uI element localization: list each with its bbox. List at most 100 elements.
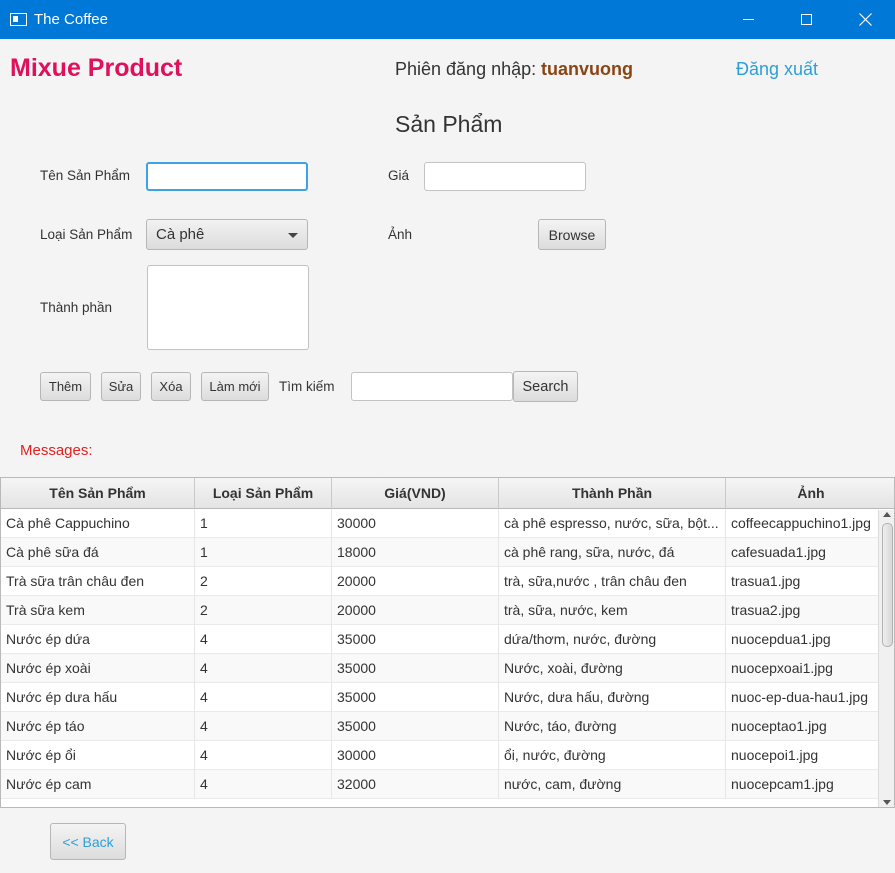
vertical-scrollbar[interactable] <box>878 510 894 807</box>
cell-ingredients: trà, sữa, nước, kem <box>499 596 726 625</box>
cell-category: 4 <box>195 625 332 654</box>
table-row[interactable]: Nước ép ổi 4 30000 ổi, nước, đường nuocepoi1… <box>1 741 879 770</box>
messages-label: Messages: <box>20 442 93 459</box>
price-label: Giá <box>388 168 410 183</box>
scrollbar-thumb[interactable] <box>882 523 893 647</box>
column-header-price[interactable]: Giá(VND) <box>332 478 499 509</box>
search-input[interactable] <box>351 372 513 401</box>
column-header-category[interactable]: Loại Sản Phẩm <box>195 478 332 509</box>
maximize-icon <box>800 14 812 25</box>
page-title: Sản Phẩm <box>395 111 503 137</box>
cell-price: 32000 <box>332 770 499 799</box>
cell-name: Nước ép cam <box>1 770 195 799</box>
cell-price: 35000 <box>332 625 499 654</box>
search-label: Tìm kiếm <box>279 379 335 394</box>
ingredients-textarea[interactable] <box>147 265 309 350</box>
table-row[interactable]: Trà sữa kem 2 20000 trà, sữa, nước, kem tras… <box>1 596 879 625</box>
table-row[interactable]: Nước ép cam 4 32000 nước, cam, đường nuocepc… <box>1 770 879 799</box>
cell-category: 2 <box>195 567 332 596</box>
add-button[interactable]: Thêm <box>40 372 91 401</box>
cell-ingredients: Nước, xoài, đường <box>499 654 726 683</box>
cell-name: Nước ép dưa hấu <box>1 683 195 712</box>
back-button[interactable]: << Back <box>50 823 126 860</box>
table-row[interactable]: Nước ép dưa hấu 4 35000 Nước, dưa hấu, đườn… <box>1 683 879 712</box>
minimize-button[interactable] <box>719 0 777 39</box>
products-table[interactable]: Tên Sản Phẩm Loại Sản Phẩm Giá(VND) Thàn… <box>0 477 895 808</box>
cell-category: 4 <box>195 770 332 799</box>
cell-ingredients: Nước, táo, đường <box>499 712 726 741</box>
cell-price: 20000 <box>332 596 499 625</box>
cell-price: 20000 <box>332 567 499 596</box>
scroll-down-icon[interactable] <box>883 800 891 805</box>
refresh-button[interactable]: Làm mới <box>201 372 269 401</box>
browse-button[interactable]: Browse <box>538 219 606 250</box>
cell-price: 35000 <box>332 712 499 741</box>
cell-ingredients: dứa/thơm, nước, đường <box>499 625 726 654</box>
category-label: Loại Sản Phẩm <box>40 227 133 242</box>
cell-name: Nước ép dứa <box>1 625 195 654</box>
cell-price: 30000 <box>332 741 499 770</box>
table-row[interactable]: Nước ép táo 4 35000 Nước, táo, đường nuocept… <box>1 712 879 741</box>
cell-ingredients: cà phê espresso, nước, sữa, bột... <box>499 509 726 538</box>
cell-category: 1 <box>195 509 332 538</box>
table-row[interactable]: Nước ép dứa 4 35000 dứa/thơm, nước, đường nu… <box>1 625 879 654</box>
table-header: Tên Sản Phẩm Loại Sản Phẩm Giá(VND) Thàn… <box>1 478 894 509</box>
cell-ingredients: nước, cam, đường <box>499 770 726 799</box>
minimize-icon <box>742 19 754 20</box>
category-select[interactable]: Cà phê <box>146 219 308 250</box>
cell-ingredients: Nước, dưa hấu, đường <box>499 683 726 712</box>
cell-name: Cà phê sữa đá <box>1 538 195 567</box>
cell-name: Nước ép táo <box>1 712 195 741</box>
scroll-up-icon[interactable] <box>883 512 891 517</box>
product-name-label: Tên Sản Phẩm <box>40 168 131 183</box>
cell-image: nuocepxoai1.jpg <box>731 660 833 676</box>
table-row[interactable]: Trà sữa trân châu đen 2 20000 trà, sữa,nước… <box>1 567 879 596</box>
table-row[interactable]: Cà phê Cappuchino 1 30000 cà phê espresso, … <box>1 509 879 538</box>
cell-image: nuoc-ep-dua-hau1.jpg <box>731 689 868 705</box>
cell-name: Trà sữa kem <box>1 596 195 625</box>
category-selected-value: Cà phê <box>156 226 205 243</box>
maximize-button[interactable] <box>777 0 835 39</box>
edit-button[interactable]: Sửa <box>101 372 141 401</box>
close-button[interactable] <box>836 0 894 39</box>
cell-name: Nước ép ổi <box>1 741 195 770</box>
cell-image: trasua2.jpg <box>731 602 801 618</box>
cell-image: nuoceptao1.jpg <box>731 718 827 734</box>
cell-ingredients: cà phê rang, sữa, nước, đá <box>499 538 726 567</box>
cell-price: 18000 <box>332 538 499 567</box>
cell-ingredients: trà, sữa,nước , trân châu đen <box>499 567 726 596</box>
cell-category: 4 <box>195 712 332 741</box>
cell-category: 4 <box>195 741 332 770</box>
cell-name: Nước ép xoài <box>1 654 195 683</box>
product-name-input[interactable] <box>146 162 308 191</box>
cell-category: 4 <box>195 654 332 683</box>
column-header-image[interactable]: Ảnh <box>726 478 894 509</box>
column-header-ingredients[interactable]: Thành Phần <box>499 478 726 509</box>
cell-category: 2 <box>195 596 332 625</box>
ingredients-label: Thành phần <box>40 300 113 315</box>
chevron-down-icon <box>288 233 298 238</box>
logout-link[interactable]: Đăng xuất <box>736 59 818 80</box>
delete-button[interactable]: Xóa <box>151 372 191 401</box>
image-label: Ảnh <box>388 227 413 242</box>
cell-category: 4 <box>195 683 332 712</box>
close-icon <box>858 13 872 26</box>
cell-image: cafesuada1.jpg <box>731 544 826 560</box>
cell-name: Trà sữa trân châu đen <box>1 567 195 596</box>
session-username: tuanvuong <box>541 59 633 79</box>
price-input[interactable] <box>424 162 586 191</box>
cell-image: coffeecappuchino1.jpg <box>731 515 871 531</box>
title-bar: The Coffee <box>0 0 895 39</box>
cell-ingredients: ổi, nước, đường <box>499 741 726 770</box>
cell-price: 35000 <box>332 654 499 683</box>
column-header-name[interactable]: Tên Sản Phẩm <box>1 478 195 509</box>
table-row[interactable]: Nước ép xoài 4 35000 Nước, xoài, đường nuoce… <box>1 654 879 683</box>
cell-name: Cà phê Cappuchino <box>1 509 195 538</box>
brand-title: Mixue Product <box>10 54 183 82</box>
cell-image: nuocepdua1.jpg <box>731 631 831 647</box>
window-title: The Coffee <box>34 11 108 28</box>
cell-category: 1 <box>195 538 332 567</box>
session-label: Phiên đăng nhập: <box>395 59 537 79</box>
table-row[interactable]: Cà phê sữa đá 1 18000 cà phê rang, sữa, nướ… <box>1 538 879 567</box>
search-button[interactable]: Search <box>513 371 578 402</box>
